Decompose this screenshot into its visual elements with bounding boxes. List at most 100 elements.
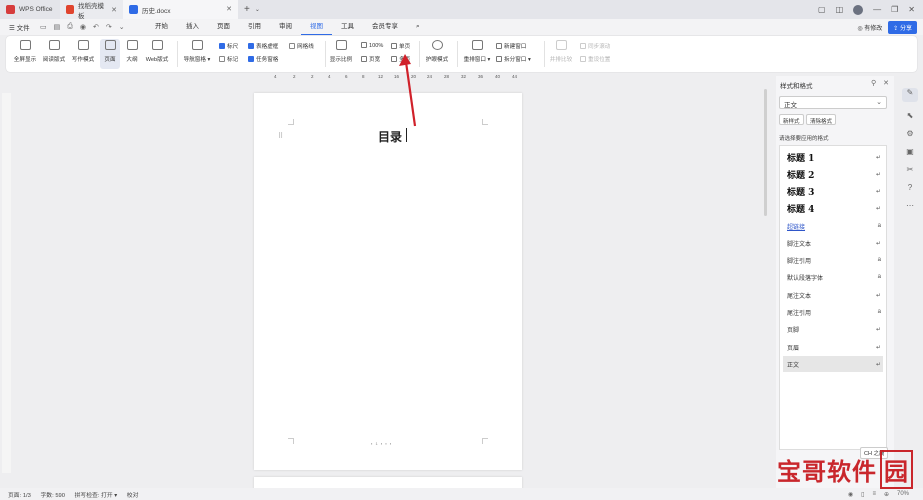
image-icon[interactable]: ▣	[906, 147, 914, 156]
menu-view[interactable]: 视图	[301, 19, 332, 35]
document-title[interactable]: 目录	[378, 128, 402, 145]
menu-reference[interactable]: 引用	[239, 19, 270, 35]
style-footer[interactable]: 页脚 ↵	[783, 321, 883, 337]
style-endnote-text[interactable]: 尾注文本 ↵	[783, 287, 883, 303]
rearrange-window-button[interactable]: 重排窗口 ▾	[461, 40, 493, 63]
skin-icon[interactable]: ◫	[836, 5, 844, 14]
style-header[interactable]: 页眉 ↵	[783, 339, 883, 355]
reset-position-button[interactable]: 重设位置	[580, 55, 610, 63]
more-icon[interactable]: ⌄	[119, 23, 125, 31]
marks-checkbox[interactable]: 标记	[219, 55, 238, 63]
current-style-select[interactable]: 正文 ⌄	[779, 96, 887, 109]
writing-mode-button[interactable]: 写作模式	[70, 40, 96, 63]
style-heading-2[interactable]: 标题 2 ↵	[783, 166, 883, 182]
zoom-100-button[interactable]: 100%	[361, 42, 383, 49]
export-pdf-icon[interactable]: ▤	[54, 23, 61, 31]
margin-corner	[482, 438, 488, 444]
menu-page[interactable]: 页面	[208, 19, 239, 35]
style-hyperlink[interactable]: 超链接 a	[783, 218, 883, 234]
menu-tools[interactable]: 工具	[332, 19, 363, 35]
table-grid-checkbox[interactable]: 表格虚框	[248, 42, 278, 50]
close-icon[interactable]: ✕	[883, 79, 889, 87]
edit-status[interactable]: ◎ 有修改	[857, 23, 882, 32]
menu-review[interactable]: 审阅	[270, 19, 301, 35]
minimize-icon[interactable]: —	[873, 5, 881, 14]
scrollbar-thumb[interactable]	[764, 89, 767, 216]
eye-icon[interactable]: ◉	[848, 491, 853, 498]
page-view-icon[interactable]: ▯	[861, 491, 864, 498]
style-heading-1[interactable]: 标题 1 ↵	[783, 149, 883, 165]
tools-icon[interactable]: ✂	[907, 165, 914, 174]
file-menu[interactable]: ☰ 文件	[0, 22, 38, 32]
close-tab-icon[interactable]: ✕	[111, 6, 117, 14]
zoom-level[interactable]: 70%	[897, 491, 909, 497]
more-icon[interactable]: ⋯	[906, 201, 914, 210]
search-icon[interactable]: ⌕	[407, 19, 429, 35]
menu-start[interactable]: 开始	[146, 19, 177, 35]
page-layout-button[interactable]: 页面	[100, 39, 120, 69]
select-icon[interactable]: ⬉	[907, 111, 914, 120]
sync-scroll-button[interactable]: 同步滚动	[580, 42, 610, 50]
close-window-icon[interactable]: ✕	[908, 5, 915, 14]
tab-docer-templates[interactable]: 找稻壳模板 ✕	[60, 0, 123, 20]
zoom-ratio-button[interactable]: 显示比例	[328, 40, 354, 63]
paragraph-handle-icon[interactable]: ⠿	[278, 132, 283, 140]
web-layout-button[interactable]: Web版式	[144, 40, 170, 63]
avatar[interactable]	[853, 4, 864, 15]
save-icon[interactable]: ▭	[40, 23, 47, 31]
tab-document[interactable]: 历史.docx ✕	[123, 0, 238, 19]
nav-pane-button[interactable]: 导航窗格 ▾	[181, 40, 213, 63]
style-default-font[interactable]: 默认段落字体 a	[783, 269, 883, 285]
help-icon[interactable]: ?	[908, 183, 912, 192]
restore-layout-icon[interactable]: ▢	[818, 5, 826, 14]
style-heading-3[interactable]: 标题 3 ↵	[783, 183, 883, 199]
close-tab-icon[interactable]: ✕	[226, 5, 232, 13]
vertical-ruler[interactable]	[2, 93, 11, 473]
page-width-button[interactable]: 页宽	[361, 55, 380, 63]
ruler-tick: 12	[378, 74, 384, 79]
web-view-icon[interactable]: ⊕	[884, 491, 889, 498]
outline-button[interactable]: 大纲	[124, 40, 140, 63]
new-window-button[interactable]: 新建窗口	[496, 42, 526, 50]
undo-icon[interactable]: ↶	[93, 23, 99, 31]
pin-icon[interactable]: ⚲	[871, 79, 876, 87]
horizontal-ruler[interactable]: 4 2 2 4 6 8 12 16 20 24 28 32 36 40 44	[254, 73, 522, 83]
spell-check[interactable]: 拼写检查: 打开 ▾	[75, 493, 118, 499]
task-pane-checkbox[interactable]: 任务窗格	[248, 55, 278, 63]
properties-icon[interactable]: ⚙	[906, 129, 913, 138]
reading-layout-button[interactable]: 阅读版式	[41, 40, 67, 63]
menu-insert[interactable]: 插入	[177, 19, 208, 35]
style-endnote-ref[interactable]: 尾注引用 a	[783, 304, 883, 320]
page-count[interactable]: 页面: 1/3	[8, 493, 31, 499]
share-button[interactable]: ⇪ 分享	[888, 20, 917, 34]
print-icon[interactable]: ⎙	[67, 23, 73, 31]
clear-format-button[interactable]: 清除格式	[806, 114, 837, 125]
new-tab-icon[interactable]: +	[244, 4, 250, 15]
gridlines-checkbox[interactable]: 网格线	[289, 42, 314, 50]
new-style-button[interactable]: 新样式	[779, 114, 804, 125]
eye-care-button[interactable]: 护眼模式	[423, 40, 451, 63]
list-view-icon[interactable]: ≡	[872, 491, 876, 497]
writing-label: 写作模式	[71, 57, 95, 63]
word-count[interactable]: 字数: 590	[41, 493, 66, 499]
style-footnote-ref[interactable]: 脚注引用 a	[783, 252, 883, 268]
status-right: ◉ ▯ ≡ ⊕ 70%	[848, 491, 923, 498]
tab-wps-office[interactable]: WPS Office	[0, 0, 60, 19]
document-page[interactable]: ⠿ 目录 ▪ 1 ▪ ▪ ▪	[254, 93, 522, 470]
single-page-button[interactable]: 单页	[391, 42, 410, 50]
side-by-side-button[interactable]: 并排比较	[548, 40, 574, 63]
preview-icon[interactable]: ◉	[80, 23, 86, 31]
redo-icon[interactable]: ↷	[106, 23, 112, 31]
chevron-down-icon[interactable]: ⌄	[255, 6, 260, 13]
style-heading-4[interactable]: 标题 4 ↵	[783, 200, 883, 216]
proofread[interactable]: 校对	[127, 493, 139, 499]
fullscreen-button[interactable]: 全屏显示	[12, 40, 38, 63]
style-footnote-text[interactable]: 脚注文本 ↵	[783, 235, 883, 251]
split-window-button[interactable]: 拆分窗口 ▾	[496, 55, 531, 63]
style-normal[interactable]: 正文 ↵	[783, 356, 883, 372]
ruler-tick: 36	[478, 74, 484, 79]
maximize-icon[interactable]: ❐	[891, 5, 898, 14]
ruler-checkbox[interactable]: 标尺	[219, 42, 238, 50]
style-pane-icon[interactable]: ✎	[902, 88, 918, 102]
menu-member[interactable]: 会员专享	[363, 19, 407, 35]
